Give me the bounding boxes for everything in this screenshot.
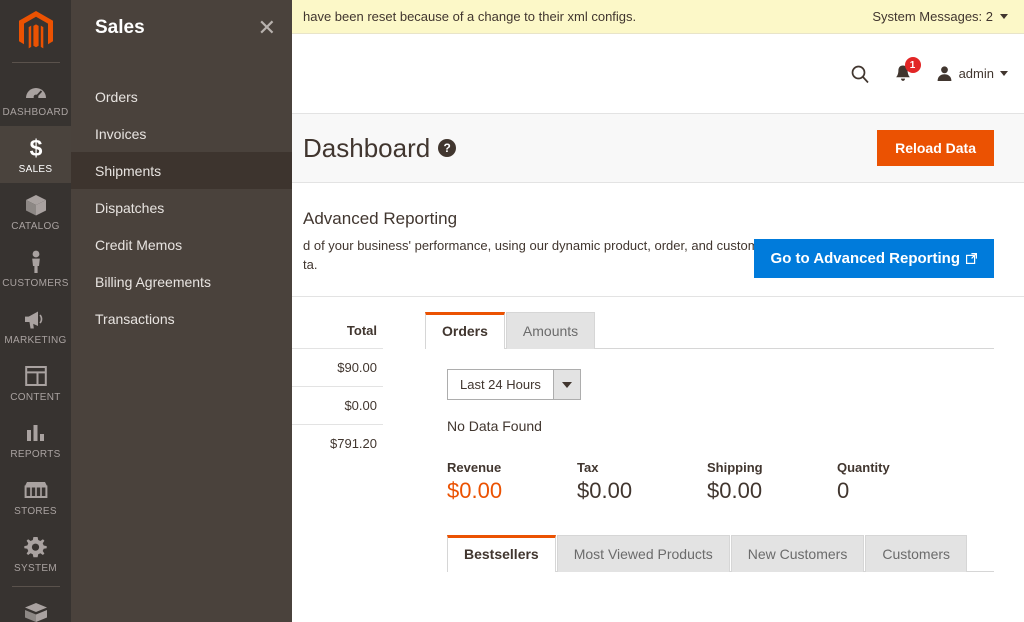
flyout-item-billing-agreements[interactable]: Billing Agreements (71, 263, 292, 300)
stat-tax: Tax $0.00 (577, 460, 707, 504)
stat-value: $0.00 (707, 478, 763, 503)
external-link-icon (966, 253, 977, 264)
flyout-item-orders[interactable]: Orders (71, 78, 292, 115)
gauge-icon (24, 78, 48, 104)
flyout-header: Sales ✕ (71, 0, 292, 56)
sidebar-item-find-partners-extensions[interactable]: FIND PARTNERS & EXTENSIONS (0, 591, 71, 622)
advanced-reporting-heading: Advanced Reporting (303, 209, 458, 228)
sidebar-item-dashboard[interactable]: DASHBOARD (0, 69, 71, 126)
sidebar-item-label: SALES (18, 164, 53, 175)
stat-quantity: Quantity 0 (837, 460, 967, 504)
system-messages-toggle[interactable]: System Messages: 2 (872, 9, 1024, 24)
flyout-item-shipments[interactable]: Shipments (71, 152, 292, 189)
stat-value: $0.00 (447, 478, 503, 503)
admin-dashboard-page: have been reset because of a change to t… (0, 0, 1024, 622)
go-to-advanced-reporting-button[interactable]: Go to Advanced Reporting (753, 239, 994, 278)
stat-label: Revenue (447, 460, 502, 475)
sidebar-item-label: MARKETING (4, 335, 67, 346)
chevron-down-icon (1000, 14, 1008, 19)
tab-most-viewed-products[interactable]: Most Viewed Products (556, 535, 730, 572)
no-data-message: No Data Found (447, 418, 542, 434)
tab-customers[interactable]: Customers (865, 535, 968, 572)
tab-new-customers[interactable]: New Customers (730, 535, 865, 572)
sidebar-item-label: CONTENT (10, 392, 61, 403)
admin-header-tools: 1 admin (850, 57, 1024, 84)
sidebar-item-label: DASHBOARD (2, 107, 69, 118)
sidebar-item-marketing[interactable]: MARKETING (0, 297, 71, 354)
sidebar-item-stores[interactable]: STORES (0, 468, 71, 525)
tab-orders[interactable]: Orders (425, 312, 505, 349)
megaphone-icon (24, 306, 48, 332)
svg-text:$: $ (29, 136, 42, 160)
storefront-icon (23, 477, 49, 503)
chevron-down-icon (1000, 71, 1008, 76)
sidebar-item-label: STORES (14, 506, 57, 517)
tab-bestsellers[interactable]: Bestsellers (447, 535, 556, 572)
stat-label: Shipping (707, 460, 763, 475)
system-messages-count-label: System Messages: 2 (872, 9, 993, 24)
flyout-item-transactions[interactable]: Transactions (71, 300, 292, 337)
sidebar-divider (11, 62, 60, 63)
sales-flyout-panel: Sales ✕ Orders Invoices Shipments Dispat… (71, 0, 292, 622)
help-icon[interactable]: ? (438, 139, 457, 157)
user-avatar-icon (937, 66, 951, 81)
box-icon (24, 192, 48, 218)
flyout-item-dispatches[interactable]: Dispatches (71, 189, 292, 226)
layout-icon (24, 363, 47, 389)
notification-count-badge: 1 (904, 57, 921, 73)
admin-user-menu[interactable]: admin (936, 65, 1008, 82)
flyout-menu-list: Orders Invoices Shipments Dispatches Cre… (71, 78, 292, 337)
reload-data-button[interactable]: Reload Data (877, 130, 994, 166)
chevron-down-icon[interactable] (552, 370, 580, 399)
sidebar-item-label: REPORTS (10, 449, 61, 460)
stats-row: Revenue $0.00 Tax $0.00 Shipping $0.00 Q… (447, 460, 994, 504)
bell-icon[interactable]: 1 (894, 57, 921, 83)
magento-logo[interactable] (0, 0, 71, 62)
sidebar-divider-bottom (11, 586, 60, 587)
flyout-item-invoices[interactable]: Invoices (71, 115, 292, 152)
flyout-item-credit-memos[interactable]: Credit Memos (71, 226, 292, 263)
bottom-tabs: Bestsellers Most Viewed Products New Cus… (447, 534, 994, 572)
sidebar-item-catalog[interactable]: CATALOG (0, 183, 71, 240)
stat-revenue: Revenue $0.00 (447, 460, 577, 504)
stat-shipping: Shipping $0.00 (707, 460, 837, 504)
person-icon (28, 249, 44, 275)
chart-tabs: Orders Amounts (425, 311, 994, 349)
go-to-advanced-reporting-label: Go to Advanced Reporting (770, 250, 960, 267)
date-range-select[interactable]: Last 24 Hours (447, 369, 581, 400)
sidebar-item-label: SYSTEM (14, 563, 57, 574)
close-icon[interactable]: ✕ (258, 17, 276, 39)
date-range-row: Last 24 Hours (447, 369, 994, 400)
admin-user-name: admin (958, 66, 994, 81)
package-icon (23, 600, 49, 622)
tab-amounts[interactable]: Amounts (505, 312, 596, 349)
sidebar-item-system[interactable]: SYSTEM (0, 525, 71, 582)
stat-value: 0 (837, 478, 850, 503)
sidebar-item-customers[interactable]: CUSTOMERS (0, 240, 71, 297)
date-range-value: Last 24 Hours (460, 377, 541, 392)
sidebar-item-content[interactable]: CONTENT (0, 354, 71, 411)
stat-label: Quantity (837, 460, 890, 475)
advanced-reporting-description: d of your business' performance, using o… (303, 238, 771, 272)
sidebar-item-sales[interactable]: $ SALES (0, 126, 71, 183)
sidebar-rail: DASHBOARD $ SALES CATALOG CUSTOMERS MARK… (0, 0, 71, 622)
search-icon[interactable] (850, 64, 870, 84)
sidebar-item-label: CUSTOMERS (2, 278, 69, 289)
dollar-icon: $ (26, 135, 46, 161)
bar-chart-icon (25, 420, 47, 446)
sidebar-item-label: CATALOG (11, 221, 60, 232)
stat-label: Tax (577, 460, 599, 475)
dashboard-right-column: Orders Amounts Last 24 Hours No Data Fou… (403, 297, 1024, 572)
sidebar-item-reports[interactable]: REPORTS (0, 411, 71, 468)
flyout-title: Sales (95, 17, 145, 38)
stat-value: $0.00 (577, 478, 633, 503)
gear-icon (24, 534, 47, 560)
